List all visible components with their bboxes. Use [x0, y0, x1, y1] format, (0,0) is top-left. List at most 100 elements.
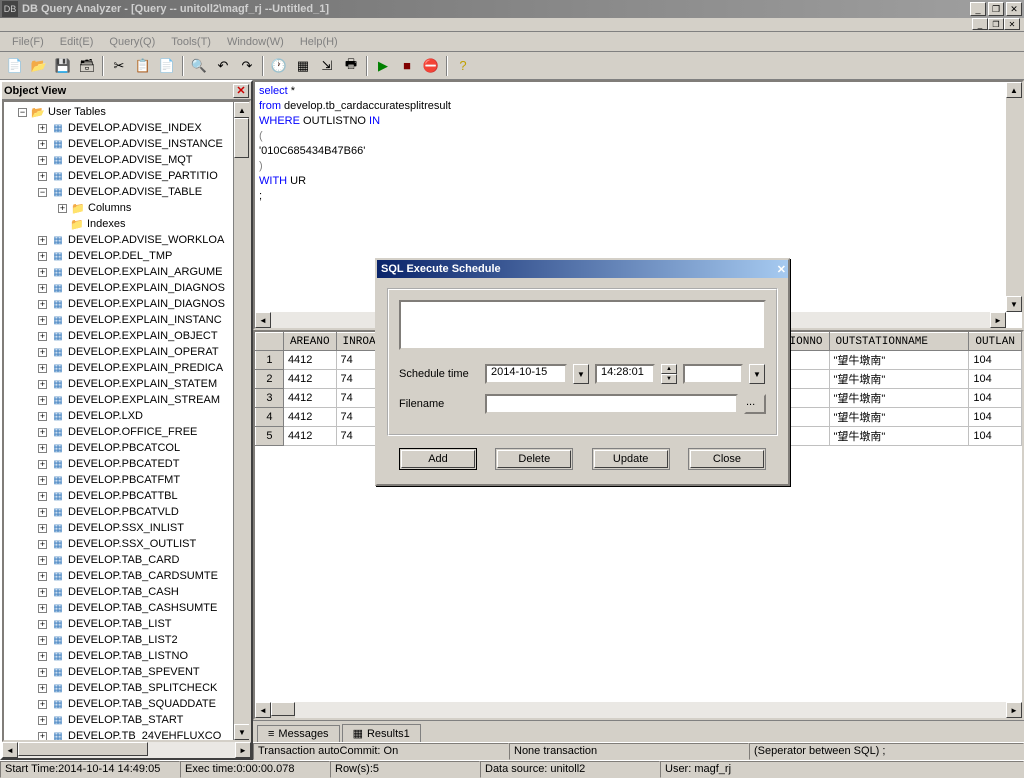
- tree-item[interactable]: +▦DEVELOP.EXPLAIN_STATEM: [4, 376, 251, 392]
- result-tabs: ≡Messages ▦Results1: [253, 720, 1024, 742]
- table-icon[interactable]: ▦: [292, 55, 314, 77]
- menu-help[interactable]: Help(H): [292, 34, 346, 50]
- tree-root[interactable]: −📂User Tables: [4, 104, 251, 120]
- redo-icon[interactable]: ↷: [236, 55, 258, 77]
- menu-window[interactable]: Window(W): [219, 34, 292, 50]
- menu-query[interactable]: Query(Q): [101, 34, 163, 50]
- tree-item[interactable]: +▦DEVELOP.TAB_SPEVENT: [4, 664, 251, 680]
- status-data-source: Data source: unitoll2: [480, 761, 660, 778]
- tree-item[interactable]: +▦DEVELOP.SSX_INLIST: [4, 520, 251, 536]
- tree-item[interactable]: +▦DEVELOP.SSX_OUTLIST: [4, 536, 251, 552]
- tree-item[interactable]: +▦DEVELOP.TB_24VEHFLUXCO: [4, 728, 251, 742]
- cancel-query-icon[interactable]: ⛔: [420, 55, 442, 77]
- browse-button[interactable]: ...: [744, 394, 766, 414]
- paste-icon[interactable]: 📄: [156, 55, 178, 77]
- tree-item[interactable]: +▦DEVELOP.EXPLAIN_STREAM: [4, 392, 251, 408]
- minimize-button[interactable]: _: [970, 2, 986, 16]
- delete-button[interactable]: Delete: [495, 448, 573, 470]
- save-all-icon[interactable]: 🗃: [76, 55, 98, 77]
- object-view-hscroll[interactable]: ◄ ►: [2, 742, 251, 758]
- menu-file[interactable]: File(F): [4, 34, 52, 50]
- grid-header[interactable]: OUTLAN: [969, 333, 1022, 351]
- open-icon[interactable]: 📂: [28, 55, 50, 77]
- grid-header[interactable]: AREANO: [283, 333, 336, 351]
- tree-item[interactable]: +▦DEVELOP.TAB_LIST2: [4, 632, 251, 648]
- date-dropdown-button[interactable]: ▼: [573, 364, 589, 384]
- tree-item[interactable]: +▦DEVELOP.EXPLAIN_OBJECT: [4, 328, 251, 344]
- schedule-list[interactable]: [399, 300, 766, 350]
- tree-item[interactable]: +▦DEVELOP.TAB_CARD: [4, 552, 251, 568]
- tree-item[interactable]: +▦DEVELOP.PBCATVLD: [4, 504, 251, 520]
- tree-scrollbar[interactable]: ▲ ▼: [233, 102, 249, 740]
- tree-item[interactable]: +▦DEVELOP.EXPLAIN_INSTANC: [4, 312, 251, 328]
- time-spinner[interactable]: ▲▼: [661, 364, 677, 384]
- menu-edit[interactable]: Edit(E): [52, 34, 102, 50]
- tree-item[interactable]: +▦DEVELOP.OFFICE_FREE: [4, 424, 251, 440]
- filename-input[interactable]: [485, 394, 738, 414]
- tree-item[interactable]: +▦DEVELOP.EXPLAIN_DIAGNOS: [4, 296, 251, 312]
- dialog-title-bar[interactable]: SQL Execute Schedule ✕: [377, 260, 788, 278]
- object-view-close-button[interactable]: ✕: [233, 84, 249, 98]
- tree-item[interactable]: +▦DEVELOP.ADVISE_WORKLOA: [4, 232, 251, 248]
- close-button[interactable]: ✕: [1006, 2, 1022, 16]
- editor-vscroll[interactable]: ▲▼: [1006, 82, 1022, 312]
- execute-icon[interactable]: ▶: [372, 55, 394, 77]
- tree-item[interactable]: +▦DEVELOP.EXPLAIN_DIAGNOS: [4, 280, 251, 296]
- mdi-restore-button[interactable]: ❐: [988, 18, 1004, 30]
- mdi-close-button[interactable]: ✕: [1004, 18, 1020, 30]
- status-separator: (Seperator between SQL) ;: [749, 743, 1024, 760]
- tree-indexes[interactable]: 📁Indexes: [4, 216, 251, 232]
- tree-item[interactable]: +▦DEVELOP.TAB_SQUADDATE: [4, 696, 251, 712]
- tree-item[interactable]: +▦DEVELOP.ADVISE_INDEX: [4, 120, 251, 136]
- tree-item[interactable]: +▦DEVELOP.TAB_LIST: [4, 616, 251, 632]
- cut-icon[interactable]: ✂: [108, 55, 130, 77]
- tree-item[interactable]: +▦DEVELOP.ADVISE_PARTITIO: [4, 168, 251, 184]
- tree-item[interactable]: +▦DEVELOP.PBCATCOL: [4, 440, 251, 456]
- dialog-close-button[interactable]: ✕: [777, 263, 786, 276]
- mdi-minimize-button[interactable]: _: [972, 18, 988, 30]
- export-icon[interactable]: ⇲: [316, 55, 338, 77]
- object-tree[interactable]: −📂User Tables+▦DEVELOP.ADVISE_INDEX+▦DEV…: [2, 100, 251, 742]
- schedule-icon[interactable]: 🕐: [268, 55, 290, 77]
- tree-item[interactable]: +▦DEVELOP.TAB_CASHSUMTE: [4, 600, 251, 616]
- update-button[interactable]: Update: [592, 448, 670, 470]
- tree-item[interactable]: +▦DEVELOP.EXPLAIN_ARGUME: [4, 264, 251, 280]
- tree-item[interactable]: +▦DEVELOP.LXD: [4, 408, 251, 424]
- menu-tools[interactable]: Tools(T): [163, 34, 219, 50]
- tree-item[interactable]: +▦DEVELOP.TAB_CASH: [4, 584, 251, 600]
- tree-item[interactable]: +▦DEVELOP.TAB_LISTNO: [4, 648, 251, 664]
- close-button-dlg[interactable]: Close: [688, 448, 766, 470]
- tab-messages[interactable]: ≡Messages: [257, 725, 340, 742]
- grid-corner[interactable]: [256, 333, 284, 351]
- repeat-dropdown-button[interactable]: ▼: [749, 364, 765, 384]
- results-hscroll[interactable]: ◄ ►: [255, 702, 1022, 718]
- tree-item[interactable]: +▦DEVELOP.TAB_SPLITCHECK: [4, 680, 251, 696]
- schedule-repeat-combo[interactable]: [683, 364, 743, 384]
- grid-header[interactable]: OUTSTATIONNAME: [829, 333, 969, 351]
- schedule-time-input[interactable]: 14:28:01: [595, 364, 655, 384]
- tab-results1[interactable]: ▦Results1: [342, 724, 421, 742]
- tree-item[interactable]: +▦DEVELOP.DEL_TMP: [4, 248, 251, 264]
- copy-icon[interactable]: 📋: [132, 55, 154, 77]
- tree-item[interactable]: +▦DEVELOP.PBCATEDT: [4, 456, 251, 472]
- tree-item[interactable]: +▦DEVELOP.EXPLAIN_PREDICA: [4, 360, 251, 376]
- find-icon[interactable]: 🔍: [188, 55, 210, 77]
- stop-icon[interactable]: ■: [396, 55, 418, 77]
- new-icon[interactable]: 📄: [4, 55, 26, 77]
- tree-item[interactable]: −▦DEVELOP.ADVISE_TABLE: [4, 184, 251, 200]
- tree-item[interactable]: +▦DEVELOP.EXPLAIN_OPERAT: [4, 344, 251, 360]
- help-icon[interactable]: ?: [452, 55, 474, 77]
- schedule-date-input[interactable]: 2014-10-15: [485, 364, 567, 384]
- maximize-button[interactable]: ❐: [988, 2, 1004, 16]
- print-icon[interactable]: 🖶: [340, 55, 362, 77]
- tree-item[interactable]: +▦DEVELOP.TAB_CARDSUMTE: [4, 568, 251, 584]
- tree-item[interactable]: +▦DEVELOP.TAB_START: [4, 712, 251, 728]
- save-icon[interactable]: 💾: [52, 55, 74, 77]
- tree-item[interactable]: +▦DEVELOP.PBCATFMT: [4, 472, 251, 488]
- tree-columns[interactable]: +📁Columns: [4, 200, 251, 216]
- tree-item[interactable]: +▦DEVELOP.ADVISE_INSTANCE: [4, 136, 251, 152]
- add-button[interactable]: Add: [399, 448, 477, 470]
- undo-icon[interactable]: ↶: [212, 55, 234, 77]
- tree-item[interactable]: +▦DEVELOP.ADVISE_MQT: [4, 152, 251, 168]
- tree-item[interactable]: +▦DEVELOP.PBCATTBL: [4, 488, 251, 504]
